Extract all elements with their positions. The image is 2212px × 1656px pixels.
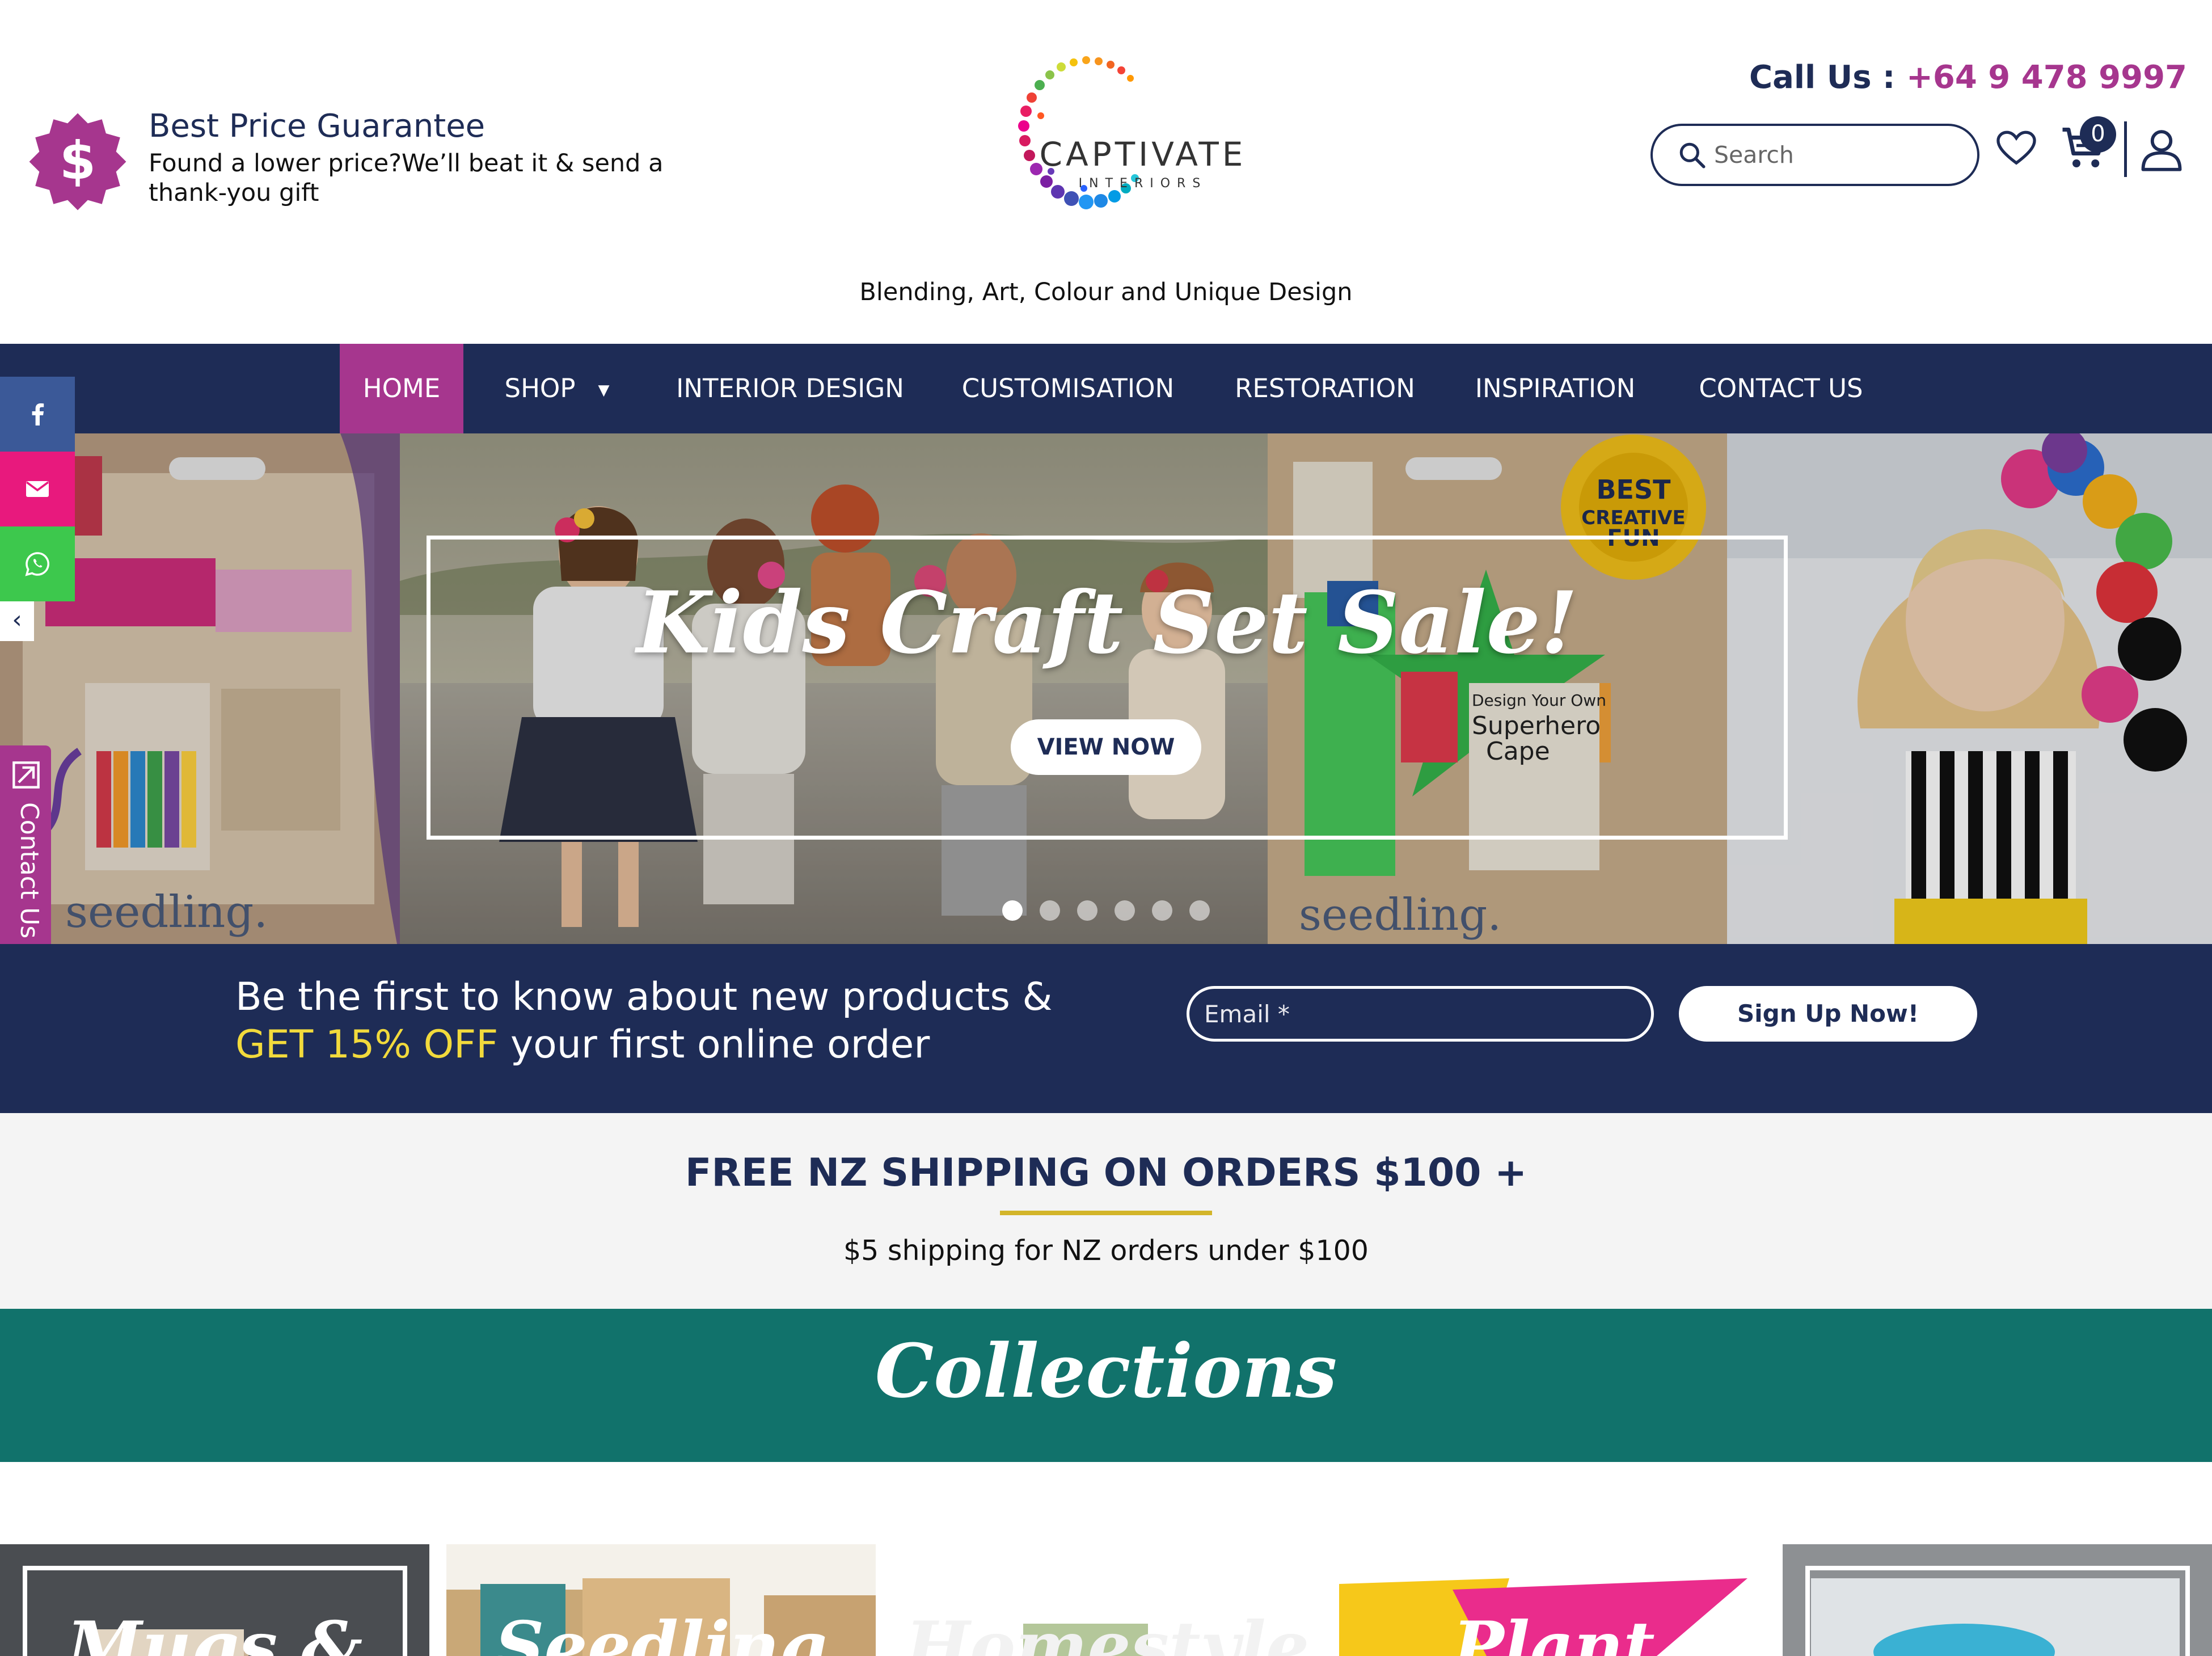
wishlist-heart-icon[interactable] bbox=[1996, 129, 2036, 167]
envelope-icon bbox=[26, 481, 49, 497]
search-bar[interactable] bbox=[1650, 124, 1979, 186]
collection-label-homestyle: Homestyle bbox=[905, 1607, 1310, 1656]
shipping-title-underline bbox=[1000, 1211, 1212, 1215]
slider-dot-1[interactable] bbox=[1002, 900, 1023, 921]
collection-card-homestyle[interactable]: Homestyle bbox=[893, 1544, 1322, 1656]
shipping-title: FREE NZ SHIPPING ON ORDERS $100 + bbox=[685, 1151, 1527, 1195]
hero-title: Kids Craft Set Sale! bbox=[636, 573, 1578, 673]
newsletter-email-field[interactable] bbox=[1187, 986, 1654, 1042]
search-input[interactable] bbox=[1713, 141, 1965, 169]
collection-label-mugs: Mugs & bbox=[66, 1607, 363, 1656]
nav-inspiration[interactable]: INSPIRATION bbox=[1470, 344, 1640, 433]
email-share-button[interactable] bbox=[0, 452, 75, 526]
call-us: Call Us : +64 9 478 9997 bbox=[1749, 59, 2187, 96]
logo-subtext: INTERIORS bbox=[1079, 176, 1208, 191]
slider-dot-3[interactable] bbox=[1077, 900, 1097, 921]
header-divider bbox=[2124, 121, 2127, 177]
contact-us-tab-label[interactable]: Contact Us bbox=[10, 802, 44, 955]
svg-text:$: $ bbox=[60, 130, 96, 191]
nav-home[interactable]: HOME bbox=[340, 344, 463, 433]
captivate-logo[interactable]: CAPTIVATE INTERIORS bbox=[973, 52, 1245, 268]
collection-card-seedling[interactable]: Seedling bbox=[446, 1544, 876, 1656]
social-collapse-button[interactable]: ‹ bbox=[0, 601, 34, 641]
main-navigation: HOME SHOP ▼ INTERIOR DESIGN CUSTOMISATION… bbox=[0, 344, 2212, 433]
newsletter-line-1: Be the first to know about new products … bbox=[235, 975, 1053, 1019]
nav-customisation[interactable]: CUSTOMISATION bbox=[957, 344, 1179, 433]
slider-dot-2[interactable] bbox=[1040, 900, 1060, 921]
slider-dot-6[interactable] bbox=[1189, 900, 1210, 921]
facebook-share-button[interactable] bbox=[0, 377, 75, 452]
collection-card-mugs[interactable]: Mugs & bbox=[0, 1544, 429, 1656]
whatsapp-share-button[interactable] bbox=[0, 526, 75, 601]
view-now-button[interactable]: VIEW NOW bbox=[1011, 719, 1201, 775]
logo-wordmark: CAPTIVATE bbox=[1040, 135, 1245, 174]
best-price-title: Best Price Guarantee bbox=[149, 108, 486, 145]
search-icon[interactable] bbox=[1678, 141, 1706, 169]
site-tagline: Blending, Art, Colour and Unique Design bbox=[859, 278, 1353, 306]
user-account-icon[interactable] bbox=[2139, 127, 2184, 171]
slider-dot-4[interactable] bbox=[1115, 900, 1135, 921]
collection-label-plant: Plant bbox=[1453, 1607, 1655, 1656]
contact-form-icon bbox=[12, 761, 40, 789]
email-input[interactable] bbox=[1203, 999, 1648, 1029]
call-us-label: Call Us : bbox=[1749, 59, 1896, 96]
price-badge-icon: $ bbox=[29, 113, 126, 210]
nav-interior-design[interactable]: INTERIOR DESIGN bbox=[674, 344, 906, 433]
collections-title: Collections bbox=[875, 1328, 1337, 1414]
collection-label-seedling: Seedling bbox=[495, 1607, 828, 1656]
shipping-subtitle: $5 shipping for NZ orders under $100 bbox=[843, 1234, 1369, 1267]
best-price-description: Found a lower price?We’ll beat it & send… bbox=[149, 149, 664, 207]
nav-shop-label: SHOP bbox=[504, 373, 576, 403]
nav-contact-us[interactable]: CONTACT US bbox=[1690, 344, 1872, 433]
chevron-down-icon[interactable]: ▼ bbox=[598, 345, 609, 435]
slider-dot-5[interactable] bbox=[1152, 900, 1172, 921]
newsletter-line-2-rest: your first online order bbox=[498, 1022, 930, 1067]
collection-card-plant[interactable]: Plant bbox=[1339, 1544, 1768, 1656]
collection-card-frame bbox=[1805, 1566, 2190, 1656]
sign-up-button[interactable]: Sign Up Now! bbox=[1679, 986, 1977, 1042]
facebook-icon bbox=[32, 403, 44, 425]
phone-number-link[interactable]: +64 9 478 9997 bbox=[1906, 59, 2187, 96]
newsletter-discount-highlight: GET 15% OFF bbox=[235, 1022, 499, 1067]
cart-count-badge: 0 bbox=[2080, 116, 2116, 153]
nav-restoration[interactable]: RESTORATION bbox=[1229, 344, 1421, 433]
collection-card-towels[interactable] bbox=[1783, 1544, 2212, 1656]
whatsapp-icon bbox=[25, 552, 49, 576]
nav-shop[interactable]: SHOP ▼ bbox=[489, 344, 625, 433]
newsletter-line-2: GET 15% OFF your first online order bbox=[235, 1022, 930, 1067]
